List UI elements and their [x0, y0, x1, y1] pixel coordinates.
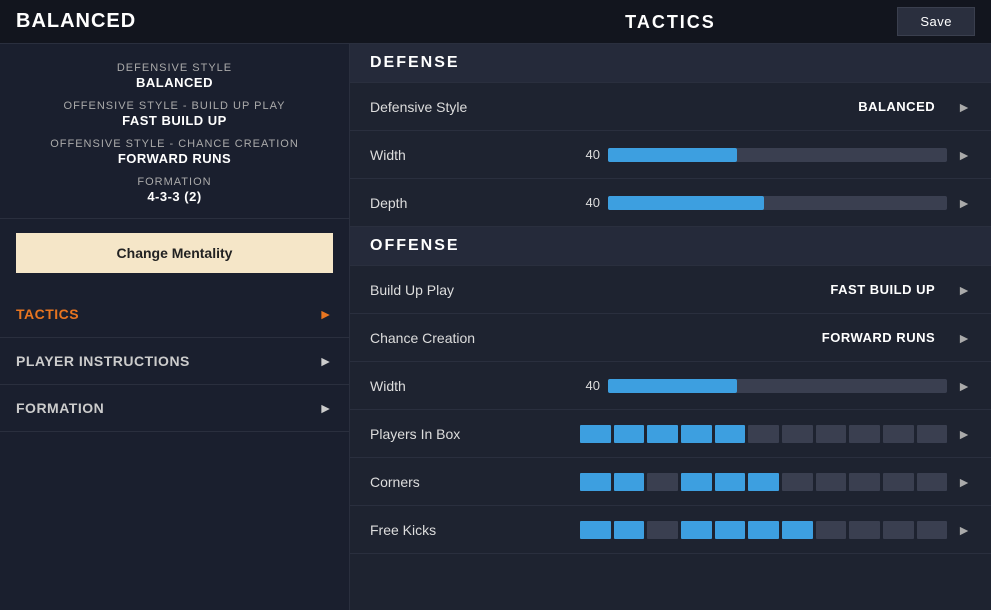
fk-seg-8	[816, 521, 847, 539]
offense-width-number: 40	[570, 378, 600, 393]
defense-width-row[interactable]: Width 40 ►	[350, 131, 991, 179]
chance-creation-label: Chance Creation	[370, 330, 570, 346]
segment-10	[883, 425, 914, 443]
segment-2	[614, 425, 645, 443]
defensive-style-value: BALANCED	[858, 99, 935, 114]
defense-width-chevron: ►	[957, 147, 971, 163]
defense-depth-row[interactable]: Depth 40 ►	[350, 179, 991, 227]
fk-seg-11	[917, 521, 948, 539]
build-up-play-value: FAST BUILD UP	[830, 282, 935, 297]
segment-6	[748, 425, 779, 443]
defense-section-header: DEFENSE	[350, 44, 991, 83]
nav-arrow-tactics: ►	[319, 306, 333, 322]
corner-seg-11	[917, 473, 948, 491]
corner-seg-6	[748, 473, 779, 491]
defense-width-fill	[608, 148, 737, 162]
build-up-play-label: Build Up Play	[370, 282, 570, 298]
segment-9	[849, 425, 880, 443]
offense-width-label: Width	[370, 378, 570, 394]
defense-depth-number: 40	[570, 195, 600, 210]
corner-seg-10	[883, 473, 914, 491]
corner-seg-3	[647, 473, 678, 491]
defense-depth-label: Depth	[370, 195, 570, 211]
corners-label: Corners	[370, 474, 570, 490]
build-up-play-row[interactable]: Build Up Play FAST BUILD UP ►	[350, 266, 991, 314]
defense-width-number: 40	[570, 147, 600, 162]
segment-8	[816, 425, 847, 443]
players-in-box-chevron: ►	[957, 426, 971, 442]
corner-seg-7	[782, 473, 813, 491]
offense-width-row[interactable]: Width 40 ►	[350, 362, 991, 410]
change-mentality-button[interactable]: Change Mentality	[16, 233, 333, 273]
free-kicks-chevron: ►	[957, 522, 971, 538]
fk-seg-4	[681, 521, 712, 539]
fk-seg-1	[580, 521, 611, 539]
offense-width-slider[interactable]	[608, 379, 947, 393]
chance-creation-chevron: ►	[957, 330, 971, 346]
chance-creation-value: FORWARD RUNS	[822, 330, 935, 345]
free-kicks-row[interactable]: Free Kicks ►	[350, 506, 991, 554]
corner-seg-1	[580, 473, 611, 491]
nav-item-formation[interactable]: Formation ►	[0, 385, 349, 432]
tactics-header-label: TACTICS	[350, 0, 991, 44]
corner-seg-2	[614, 473, 645, 491]
segment-3	[647, 425, 678, 443]
defense-depth-slider[interactable]	[608, 196, 947, 210]
offense-section-header: OFFENSE	[350, 227, 991, 266]
corner-seg-9	[849, 473, 880, 491]
fk-seg-2	[614, 521, 645, 539]
nav-item-player-instructions[interactable]: Player Instructions ►	[0, 338, 349, 385]
main-layout: DEFENSIVE STYLE BALANCED OFFENSIVE STYLE…	[0, 44, 991, 610]
free-kicks-label: Free Kicks	[370, 522, 570, 538]
sidebar-summary: DEFENSIVE STYLE BALANCED OFFENSIVE STYLE…	[0, 44, 349, 219]
fk-seg-6	[748, 521, 779, 539]
fk-seg-10	[883, 521, 914, 539]
nav-arrow-formation: ►	[319, 400, 333, 416]
summary-defensive-style: DEFENSIVE STYLE BALANCED	[16, 62, 333, 90]
corner-seg-4	[681, 473, 712, 491]
defense-depth-fill	[608, 196, 764, 210]
right-content: DEFENSE Defensive Style BALANCED ► Width…	[350, 44, 991, 610]
players-in-box-segments	[580, 425, 947, 443]
defense-depth-chevron: ►	[957, 195, 971, 211]
free-kicks-segments	[580, 521, 947, 539]
corners-chevron: ►	[957, 474, 971, 490]
defensive-style-chevron: ►	[957, 99, 971, 115]
fk-seg-5	[715, 521, 746, 539]
offense-width-chevron: ►	[957, 378, 971, 394]
defense-width-label: Width	[370, 147, 570, 163]
fk-seg-3	[647, 521, 678, 539]
nav-arrow-player-instructions: ►	[319, 353, 333, 369]
corner-seg-8	[816, 473, 847, 491]
fk-seg-9	[849, 521, 880, 539]
segment-5	[715, 425, 746, 443]
corners-segments	[580, 473, 947, 491]
segment-4	[681, 425, 712, 443]
offense-width-fill	[608, 379, 737, 393]
segment-1	[580, 425, 611, 443]
summary-formation: FORMATION 4-3-3 (2)	[16, 176, 333, 204]
chance-creation-row[interactable]: Chance Creation FORWARD RUNS ►	[350, 314, 991, 362]
corner-seg-5	[715, 473, 746, 491]
defensive-style-label: Defensive Style	[370, 99, 570, 115]
segment-11	[917, 425, 948, 443]
sidebar-nav: Tactics ► Player Instructions ► Formatio…	[0, 291, 349, 432]
build-up-play-chevron: ►	[957, 282, 971, 298]
top-header: BALANCED Save TACTICS	[0, 0, 991, 44]
summary-build-up-play: OFFENSIVE STYLE - BUILD UP PLAY FAST BUI…	[16, 100, 333, 128]
fk-seg-7	[782, 521, 813, 539]
defensive-style-row[interactable]: Defensive Style BALANCED ►	[350, 83, 991, 131]
players-in-box-row[interactable]: Players In Box ►	[350, 410, 991, 458]
summary-chance-creation: OFFENSIVE STYLE - CHANCE CREATION FORWAR…	[16, 138, 333, 166]
players-in-box-label: Players In Box	[370, 426, 570, 442]
sidebar: DEFENSIVE STYLE BALANCED OFFENSIVE STYLE…	[0, 44, 350, 610]
corners-row[interactable]: Corners ►	[350, 458, 991, 506]
save-button[interactable]: Save	[897, 7, 975, 36]
header-title: BALANCED	[16, 10, 136, 33]
nav-item-tactics[interactable]: Tactics ►	[0, 291, 349, 338]
segment-7	[782, 425, 813, 443]
defense-width-slider[interactable]	[608, 148, 947, 162]
